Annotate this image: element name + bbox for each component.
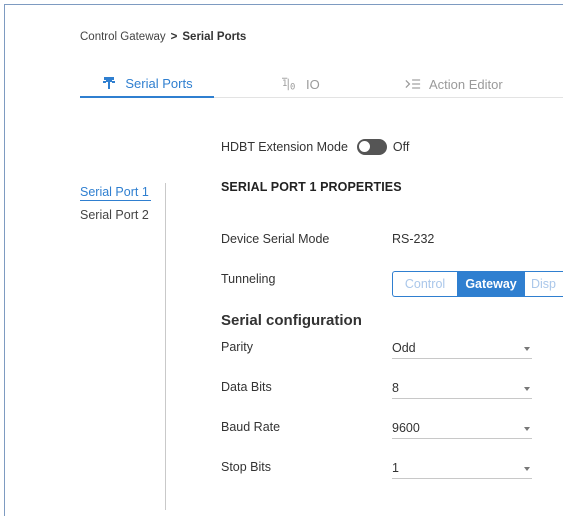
tunneling-option-disp[interactable]: Disp [525, 272, 563, 296]
tab-bar: Serial Ports 10 IO Action Editor [80, 70, 563, 98]
tab-serial-ports-label: Serial Ports [125, 75, 193, 91]
device-serial-mode-value: RS-232 [392, 232, 435, 246]
baud-rate-select[interactable]: 9600 [392, 419, 532, 439]
tunneling-label: Tunneling [221, 272, 276, 286]
tab-action-editor[interactable]: Action Editor [405, 70, 503, 98]
tab-serial-ports[interactable]: Serial Ports [80, 70, 214, 98]
stop-bits-label: Stop Bits [221, 460, 272, 474]
io-icon: 10 [282, 76, 298, 92]
data-bits-select[interactable]: 8 [392, 379, 532, 399]
svg-text:1: 1 [282, 79, 287, 89]
serial-port-list: Serial Port 1 Serial Port 2 [80, 183, 151, 227]
properties-title: SERIAL PORT 1 PROPERTIES [221, 180, 402, 194]
stop-bits-select[interactable]: 1 [392, 459, 532, 479]
sidebar-divider [165, 183, 166, 510]
stop-bits-value: 1 [392, 461, 399, 475]
hdbt-extension-mode: HDBT Extension Mode Off [221, 139, 409, 155]
serial-port-icon [101, 75, 117, 91]
chevron-down-icon [524, 467, 530, 471]
hdbt-state: Off [392, 140, 410, 154]
parity-select[interactable]: Odd [392, 339, 532, 359]
tunneling-segmented-control: Control Gateway Disp [392, 271, 563, 297]
hdbt-toggle[interactable] [356, 139, 387, 155]
tab-io-label: IO [306, 76, 320, 92]
data-bits-label: Data Bits [221, 380, 272, 394]
toggle-knob [357, 140, 371, 153]
tunneling-option-gateway[interactable]: Gateway [457, 272, 525, 296]
chevron-down-icon [524, 347, 530, 351]
parity-label: Parity [221, 340, 253, 354]
baud-rate-value: 9600 [392, 421, 420, 435]
tab-io[interactable]: 10 IO [282, 70, 320, 98]
parity-value: Odd [392, 341, 416, 355]
breadcrumb-current: Serial Ports [182, 31, 247, 43]
hdbt-label: HDBT Extension Mode [221, 140, 348, 154]
tunneling-option-control[interactable]: Control [393, 272, 457, 296]
serial-configuration-heading: Serial configuration [221, 312, 362, 329]
svg-text:0: 0 [290, 82, 295, 92]
breadcrumb: Control Gateway > Serial Ports [80, 31, 246, 43]
baud-rate-label: Baud Rate [221, 420, 281, 434]
device-serial-mode-label: Device Serial Mode [221, 232, 330, 246]
breadcrumb-parent-link[interactable]: Control Gateway [80, 31, 166, 43]
sidebar-item-serial-port-2[interactable]: Serial Port 2 [80, 206, 151, 227]
data-bits-value: 8 [392, 381, 399, 395]
chevron-down-icon [524, 427, 530, 431]
chevron-down-icon [524, 387, 530, 391]
breadcrumb-separator: > [170, 31, 178, 43]
action-editor-icon [405, 76, 421, 92]
tab-action-editor-label: Action Editor [429, 76, 503, 92]
sidebar-item-serial-port-1[interactable]: Serial Port 1 [80, 183, 151, 201]
